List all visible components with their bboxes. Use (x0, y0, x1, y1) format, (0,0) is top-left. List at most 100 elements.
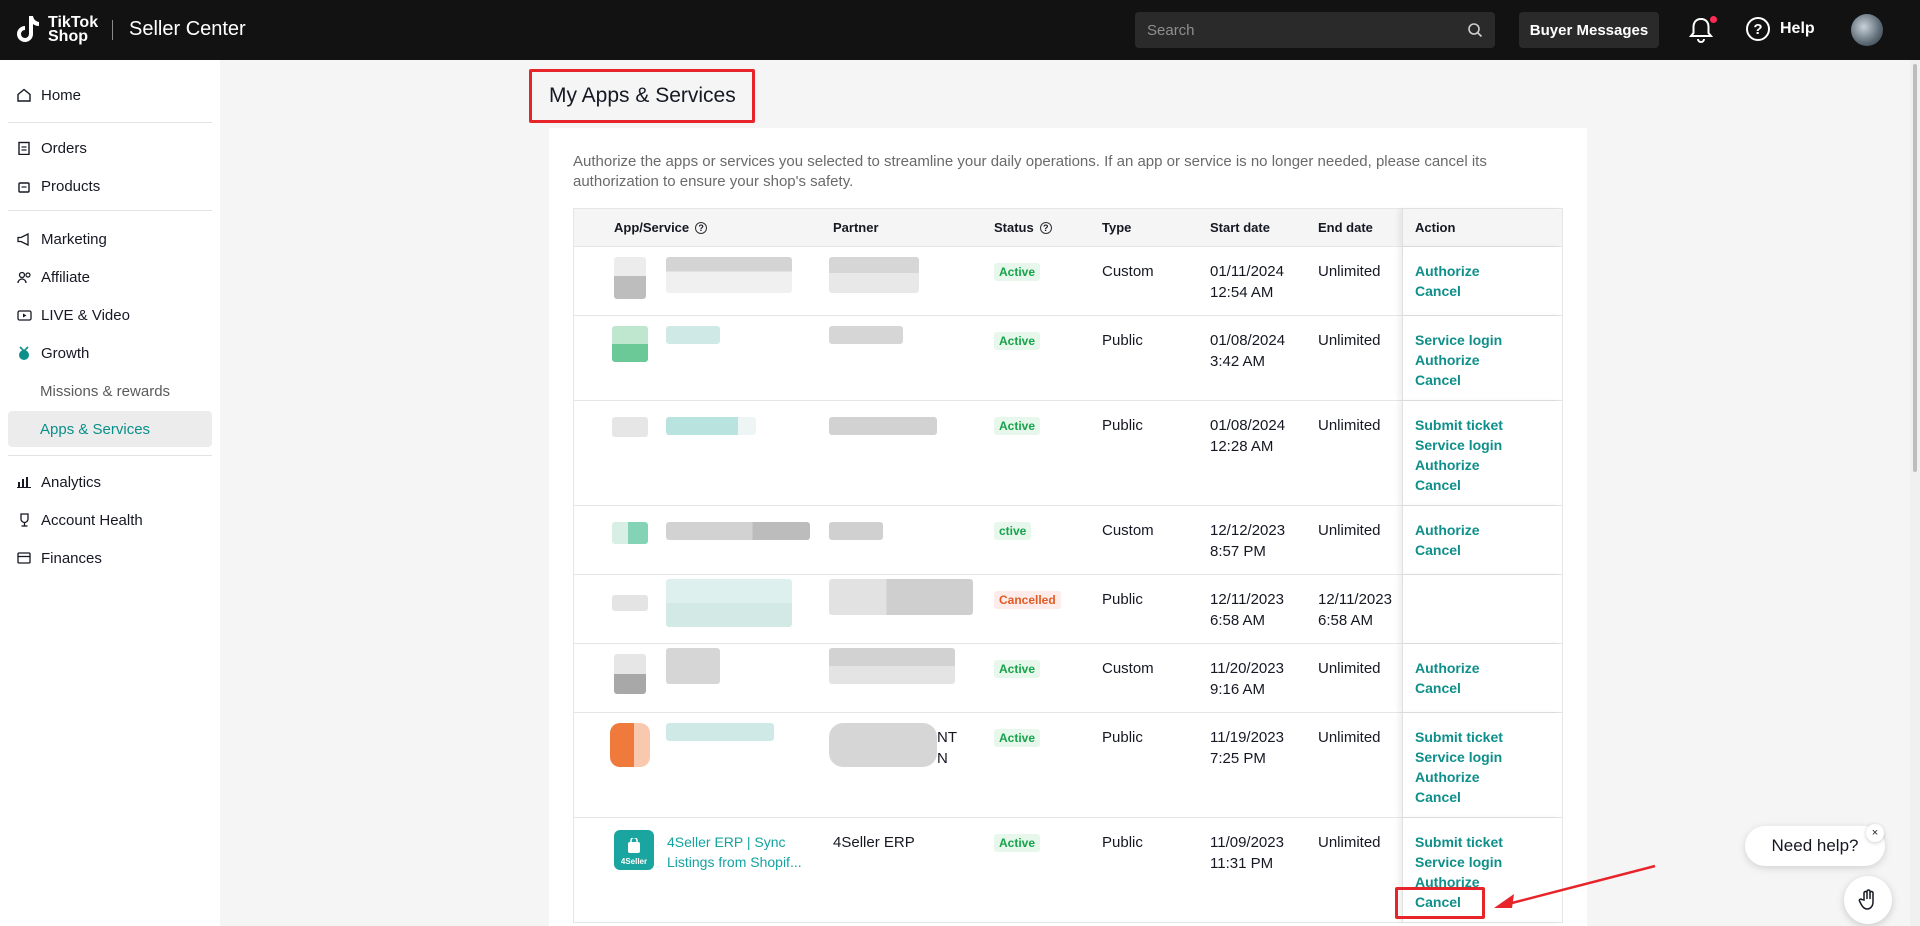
status-badge: Active (994, 417, 1041, 435)
partner-fragment: N (937, 750, 948, 767)
sidebar-item-affiliate[interactable]: Affiliate (8, 259, 212, 295)
question-icon[interactable]: ? (695, 221, 708, 234)
column-action: Action (1415, 220, 1456, 235)
cancel-link[interactable]: Cancel (1415, 787, 1503, 807)
cancel-link[interactable]: Cancel (1415, 370, 1502, 390)
hand-icon (1858, 889, 1874, 910)
sidebar-item-products[interactable]: Products (8, 168, 212, 204)
start-time: 9:16 AM (1210, 681, 1266, 698)
close-icon[interactable]: × (1866, 824, 1884, 842)
clipboard-icon (16, 140, 32, 156)
search-input[interactable] (1147, 21, 1467, 39)
service-login-link[interactable]: Service login (1415, 747, 1503, 767)
start-date: 11/20/2023 (1210, 660, 1284, 677)
app-name-link[interactable]: 4Seller ERP | Sync Listings from Shopif.… (667, 832, 817, 872)
blurred-app-name (666, 579, 792, 627)
sidebar-item-finances[interactable]: Finances (8, 540, 212, 576)
question-icon: ? (1746, 17, 1770, 41)
end-date: 12/11/2023 (1318, 591, 1392, 608)
arrow-annotation-icon (1494, 864, 1656, 908)
authorize-link[interactable]: Authorize (1415, 520, 1480, 540)
video-icon (16, 307, 32, 323)
top-bar: TikTok Shop Seller Center Buyer Messages… (0, 0, 1920, 60)
tiktok-logo-icon (17, 16, 39, 42)
search-bar[interactable] (1135, 12, 1495, 48)
people-icon (16, 269, 32, 285)
column-start-date: Start date (1210, 220, 1270, 235)
column-app-service: App/Service? (614, 220, 708, 235)
sidebar-item-apps-services[interactable]: Apps & Services (8, 411, 212, 447)
blurred-app-icon (612, 522, 648, 544)
status-badge: Cancelled (994, 591, 1061, 609)
authorize-link[interactable]: Authorize (1415, 767, 1503, 787)
blurred-app-icon (614, 654, 646, 694)
need-help-bubble[interactable]: Need help? (1745, 826, 1885, 866)
sidebar-item-label: Products (41, 177, 101, 195)
start-date: 01/08/2024 (1210, 332, 1286, 349)
status-badge: ctive (994, 522, 1032, 540)
start-time: 12:54 AM (1210, 284, 1274, 301)
blurred-partner (829, 522, 883, 540)
blurred-partner (829, 417, 937, 435)
search-icon[interactable] (1467, 22, 1483, 38)
cancel-link[interactable]: Cancel (1415, 540, 1480, 560)
sidebar-item-label: Marketing (41, 230, 107, 248)
sidebar-item-label: Orders (41, 139, 87, 157)
submit-ticket-link[interactable]: Submit ticket (1415, 727, 1503, 747)
blurred-app-name (666, 648, 720, 684)
app-title: Seller Center (129, 18, 246, 40)
authorize-link[interactable]: Authorize (1415, 350, 1502, 370)
sidebar-item-label: LIVE & Video (41, 306, 130, 324)
sidebar-item-orders[interactable]: Orders (8, 130, 212, 166)
blurred-app-icon (612, 417, 648, 437)
notification-dot (1709, 15, 1718, 24)
table-header: App/Service? Partner Status? Type Start … (574, 209, 1562, 247)
4seller-app-icon[interactable]: 4Seller (614, 830, 654, 870)
authorize-link[interactable]: Authorize (1415, 658, 1480, 678)
end-date: Unlimited (1318, 522, 1381, 539)
sidebar-item-live-video[interactable]: LIVE & Video (8, 297, 212, 333)
blurred-app-name (666, 326, 720, 344)
service-login-link[interactable]: Service login (1415, 330, 1502, 350)
end-date: Unlimited (1318, 834, 1381, 851)
end-date: Unlimited (1318, 417, 1381, 434)
sidebar-item-home[interactable]: Home (8, 77, 212, 113)
sidebar-item-label: Affiliate (41, 268, 90, 286)
avatar[interactable] (1851, 14, 1883, 46)
start-date: 01/08/2024 (1210, 417, 1286, 434)
buyer-messages-button[interactable]: Buyer Messages (1519, 12, 1659, 48)
type-cell: Public (1102, 591, 1143, 608)
sidebar-item-account-health[interactable]: Account Health (8, 502, 212, 538)
sidebar-item-label: Growth (41, 344, 90, 362)
page-description: Authorize the apps or services you selec… (573, 153, 1487, 190)
start-time: 8:57 PM (1210, 543, 1266, 560)
question-icon[interactable]: ? (1039, 221, 1052, 234)
column-type: Type (1102, 220, 1132, 235)
sidebar-item-analytics[interactable]: Analytics (8, 464, 212, 500)
status-badge: Active (994, 332, 1041, 350)
end-date: Unlimited (1318, 332, 1381, 349)
tiktok-shop-logo[interactable]: TikTok Shop (14, 14, 98, 46)
sidebar-item-growth[interactable]: Growth (8, 335, 212, 371)
authorize-link[interactable]: Authorize (1415, 455, 1503, 475)
blurred-partner (829, 579, 973, 615)
status-badge: Active (994, 834, 1041, 852)
submit-ticket-link[interactable]: Submit ticket (1415, 415, 1503, 435)
start-date: 11/19/2023 (1210, 729, 1284, 746)
sidebar-divider (8, 122, 212, 123)
sidebar-item-missions-rewards[interactable]: Missions & rewards (8, 373, 212, 409)
service-login-link[interactable]: Service login (1415, 435, 1503, 455)
scrollbar-thumb[interactable] (1913, 64, 1917, 472)
cancel-link[interactable]: Cancel (1415, 281, 1480, 301)
cancel-link[interactable]: Cancel (1415, 678, 1480, 698)
authorize-link[interactable]: Authorize (1415, 261, 1480, 281)
help-widget-button[interactable] (1844, 876, 1892, 924)
type-cell: Custom (1102, 660, 1154, 677)
sidebar-item-marketing[interactable]: Marketing (8, 221, 212, 257)
cancel-link[interactable]: Cancel (1415, 475, 1503, 495)
sidebar-item-label: Account Health (41, 511, 143, 529)
start-date: 12/12/2023 (1210, 522, 1286, 539)
start-time: 6:58 AM (1210, 612, 1266, 629)
submit-ticket-link[interactable]: Submit ticket (1415, 832, 1503, 852)
help-button[interactable]: ? Help (1746, 17, 1815, 41)
